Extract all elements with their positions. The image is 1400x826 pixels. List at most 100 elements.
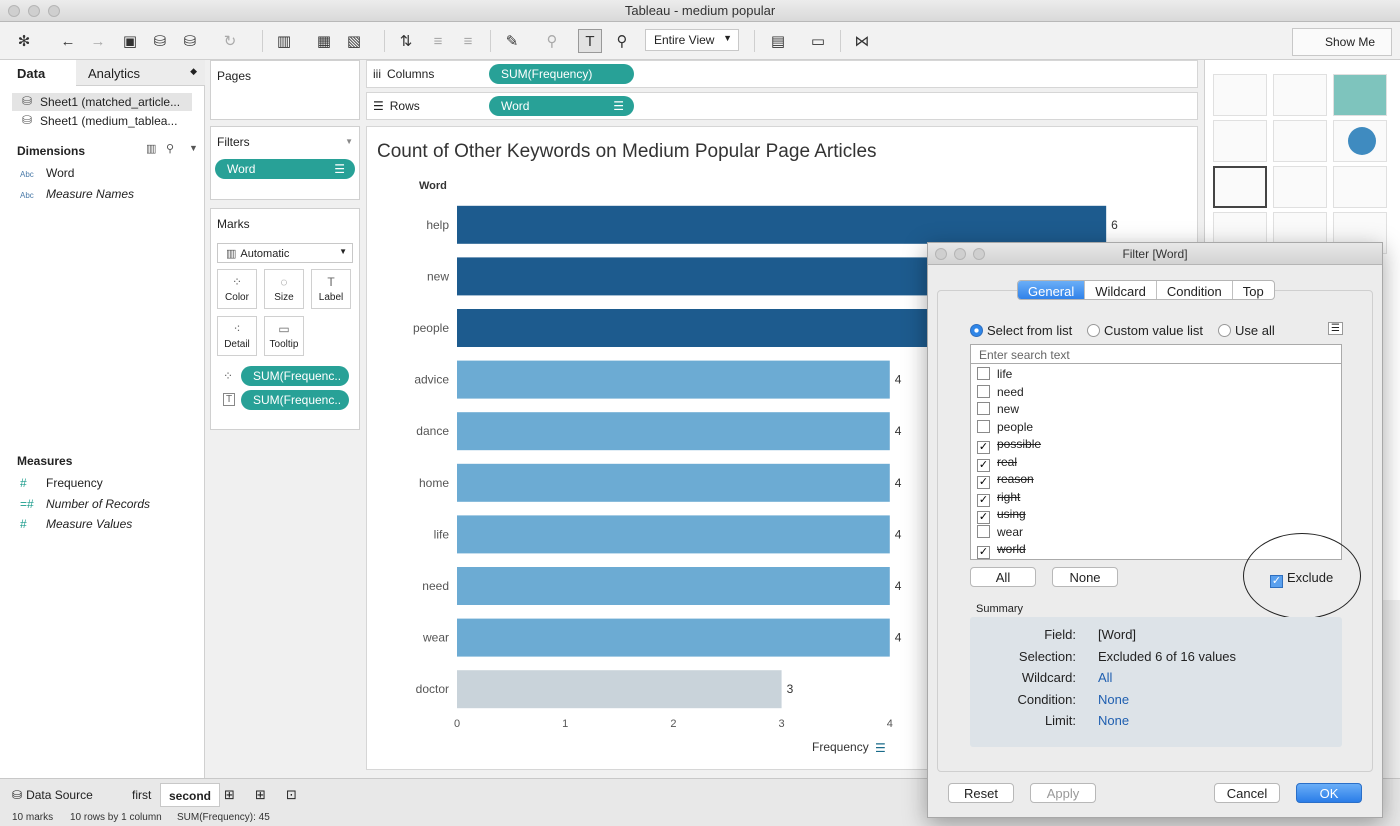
columns-pill[interactable]: SUM(Frequency): [489, 64, 634, 84]
checkbox-icon[interactable]: [977, 384, 990, 398]
bar[interactable]: [457, 360, 890, 399]
cancel-button[interactable]: Cancel: [1214, 783, 1280, 803]
summary-value[interactable]: None: [1098, 713, 1129, 728]
checked-checkbox-icon[interactable]: ✓: [977, 458, 990, 472]
radio-select-from-list[interactable]: Select from list: [970, 323, 1072, 338]
duplicate-sheet-icon[interactable]: ▦: [312, 29, 336, 53]
group-icon[interactable]: ⚲: [540, 29, 564, 53]
dimension-word[interactable]: Abc Word: [20, 166, 74, 180]
search-icon[interactable]: ⚲: [166, 142, 174, 155]
checkbox-icon[interactable]: [977, 524, 990, 538]
none-button[interactable]: None: [1052, 567, 1118, 587]
list-item[interactable]: new: [977, 402, 1019, 419]
list-item[interactable]: ✓ right: [977, 490, 1020, 507]
checked-checkbox-icon[interactable]: ✓: [977, 493, 990, 507]
mark-type-dropdown[interactable]: ▥ Automatic ▼: [217, 243, 353, 263]
rows-shelf[interactable]: ☰ Rows Word ☰: [366, 92, 1198, 120]
undo-icon[interactable]: ←: [56, 29, 80, 53]
reset-button[interactable]: Reset: [948, 783, 1014, 803]
datasource-item[interactable]: ⛁ Sheet1 (matched_article...: [12, 93, 192, 111]
bar[interactable]: [457, 567, 890, 605]
list-item[interactable]: ✓ using: [977, 507, 1026, 524]
tableau-logo-icon[interactable]: ✻: [12, 29, 36, 53]
show-me-button[interactable]: Show Me: [1292, 28, 1392, 56]
list-item[interactable]: wear: [977, 524, 1023, 542]
chevron-down-icon[interactable]: ▼: [189, 143, 198, 153]
color-button[interactable]: ⁘ Color: [217, 269, 257, 309]
filter-pill-word[interactable]: Word ☰: [215, 159, 355, 179]
fit-dropdown[interactable]: Entire View ▼: [645, 29, 739, 51]
redo-icon[interactable]: →: [86, 29, 110, 53]
datasource-item[interactable]: ⛁ Sheet1 (medium_tablea...: [12, 112, 192, 130]
show-mark-labels-icon[interactable]: T: [578, 29, 602, 53]
share-icon[interactable]: ⋈: [850, 29, 874, 53]
text-table-thumbnail[interactable]: [1213, 74, 1267, 116]
symbol-map-thumbnail[interactable]: [1213, 120, 1267, 162]
search-input[interactable]: Enter search text: [970, 344, 1342, 364]
tab-first[interactable]: first: [124, 783, 159, 807]
tab-second[interactable]: second: [160, 783, 221, 807]
rows-pill[interactable]: Word ☰: [489, 96, 634, 116]
highlight-icon[interactable]: ✎: [500, 29, 524, 53]
side-by-side-bars-thumbnail[interactable]: [1333, 166, 1387, 208]
stacked-bars-thumbnail[interactable]: [1273, 166, 1327, 208]
bar[interactable]: [457, 670, 782, 709]
checkbox-icon[interactable]: [977, 419, 990, 433]
checked-checkbox-icon[interactable]: ✓: [977, 441, 990, 454]
summary-value[interactable]: None: [1098, 692, 1129, 707]
list-item[interactable]: ✓ real: [977, 455, 1017, 472]
all-button[interactable]: All: [970, 567, 1036, 587]
detail-button[interactable]: ⁖ Detail: [217, 316, 257, 356]
label-button[interactable]: T Label: [311, 269, 351, 309]
sort-ascending-icon[interactable]: ≡: [426, 29, 450, 53]
tooltip-button[interactable]: ▭ Tooltip: [264, 316, 304, 356]
bar[interactable]: [457, 205, 1107, 244]
sort-descending-icon[interactable]: ≡: [456, 29, 480, 53]
tab-wildcard[interactable]: Wildcard: [1085, 281, 1157, 299]
highlight-table-thumbnail[interactable]: [1333, 74, 1387, 116]
heat-map-thumbnail[interactable]: [1273, 74, 1327, 116]
checked-checkbox-icon[interactable]: ✓: [977, 511, 990, 524]
list-item[interactable]: ✓ world: [977, 542, 1026, 559]
radio-use-all[interactable]: Use all: [1218, 323, 1275, 338]
radio-custom-value-list[interactable]: Custom value list: [1087, 323, 1203, 338]
clear-sheet-icon[interactable]: ▧: [342, 29, 366, 53]
columns-shelf[interactable]: iii Columns SUM(Frequency): [366, 60, 1198, 88]
bar[interactable]: [457, 618, 890, 657]
swap-axes-icon[interactable]: ⇅: [394, 29, 418, 53]
tab-condition[interactable]: Condition: [1157, 281, 1233, 299]
save-icon[interactable]: ▣: [118, 29, 142, 53]
checkbox-icon[interactable]: [977, 402, 990, 415]
pages-card[interactable]: Pages: [210, 60, 360, 120]
new-worksheet-icon[interactable]: ▥: [272, 29, 296, 53]
horizontal-bars-thumbnail[interactable]: [1213, 166, 1267, 208]
list-item[interactable]: ✓ reason: [977, 472, 1034, 489]
bar[interactable]: [457, 515, 890, 554]
tab-data[interactable]: Data: [0, 60, 76, 86]
view-toggle-icon[interactable]: ▥: [146, 142, 156, 155]
pause-updates-icon[interactable]: ⛁: [178, 29, 202, 53]
list-menu-icon[interactable]: ☰: [1328, 322, 1343, 335]
measure-number-of-records[interactable]: =# Number of Records: [20, 497, 150, 511]
list-item[interactable]: ✓ possible: [977, 437, 1041, 454]
checked-checkbox-icon[interactable]: ✓: [977, 546, 990, 559]
pie-chart-thumbnail[interactable]: [1333, 120, 1387, 162]
filters-card[interactable]: Filters ▼ Word ☰: [210, 126, 360, 200]
color-pill[interactable]: SUM(Frequenc..: [241, 366, 349, 386]
size-button[interactable]: ◌ Size: [264, 269, 304, 309]
tab-top[interactable]: Top: [1233, 281, 1274, 299]
ok-button[interactable]: OK: [1296, 783, 1362, 803]
label-pill[interactable]: SUM(Frequenc..: [241, 390, 349, 410]
filled-map-thumbnail[interactable]: [1273, 120, 1327, 162]
new-datasource-icon[interactable]: ⛁: [148, 29, 172, 53]
pin-icon[interactable]: ⚲: [610, 29, 634, 53]
checkbox-icon[interactable]: [977, 367, 990, 380]
presentation-mode-icon[interactable]: ▭: [806, 29, 830, 53]
summary-value[interactable]: All: [1098, 670, 1112, 685]
new-story-icon[interactable]: ⊡: [286, 787, 297, 803]
tab-general[interactable]: General: [1018, 281, 1086, 299]
list-item[interactable]: life: [977, 367, 1012, 384]
bar[interactable]: [457, 412, 890, 451]
tab-data-source[interactable]: ⛁ Data Source: [4, 783, 101, 807]
tab-analytics[interactable]: Analytics ◆: [76, 60, 205, 86]
